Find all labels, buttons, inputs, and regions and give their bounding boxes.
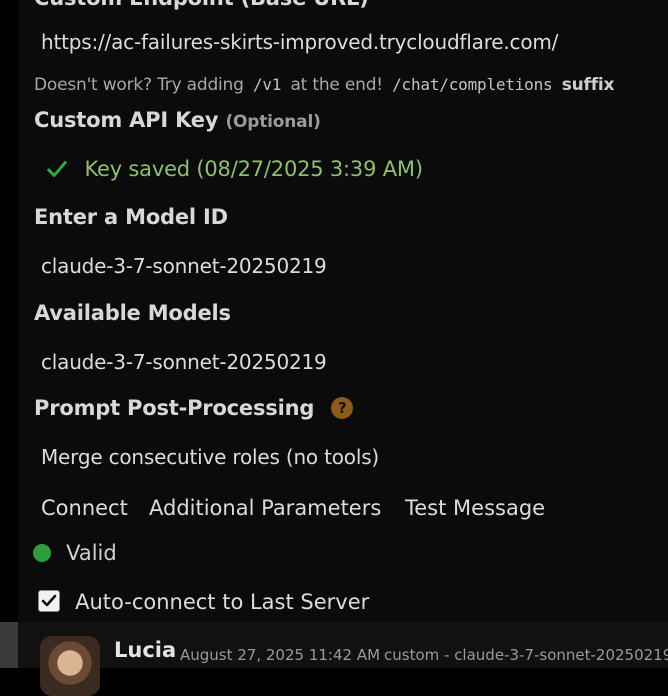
connection-status: Valid (33, 541, 117, 565)
tab-additional-parameters[interactable]: Additional Parameters (149, 496, 381, 520)
connection-panel: Custom Endpoint (Base URL) https://ac-fa… (18, 0, 668, 668)
model-id-input[interactable]: claude-3-7-sonnet-20250219 (41, 254, 327, 278)
post-processing-heading-text: Prompt Post-Processing (34, 396, 315, 420)
api-key-heading: Custom API Key (Optional) (34, 108, 321, 132)
post-processing-heading: Prompt Post-Processing ? (34, 396, 354, 420)
left-strip (0, 622, 18, 668)
hint-code-v1: /v1 (252, 75, 282, 94)
post-processing-select[interactable]: Merge consecutive roles (no tools) (41, 445, 379, 469)
endpoint-hint: Doesn't work? Try adding /v1 at the end!… (34, 75, 615, 95)
available-models-heading: Available Models (34, 301, 231, 325)
api-key-saved-status: Key saved (08/27/2025 3:39 AM) (46, 157, 423, 181)
hint-middle: at the end! (290, 75, 383, 95)
model-id-heading: Enter a Model ID (34, 205, 228, 229)
hint-prefix: Doesn't work? Try adding (34, 75, 244, 95)
api-key-optional-label: (Optional) (225, 112, 321, 132)
check-icon (47, 161, 67, 177)
tab-test-message[interactable]: Test Message (405, 496, 545, 520)
api-key-saved-text: Key saved (08/27/2025 3:39 AM) (84, 157, 423, 181)
auto-connect-row[interactable]: Auto-connect to Last Server (38, 590, 369, 614)
endpoint-input[interactable]: https://ac-failures-skirts-improved.tryc… (41, 30, 558, 54)
message-sender[interactable]: Lucia (114, 638, 176, 662)
avatar[interactable] (40, 636, 100, 696)
status-dot-icon (33, 544, 51, 562)
status-text: Valid (66, 541, 117, 565)
auto-connect-checkbox[interactable] (38, 590, 60, 612)
hint-suffix: suffix (561, 75, 615, 95)
chat-message-header: Lucia August 27, 2025 11:42 AM custom - … (18, 622, 668, 696)
message-timestamp: August 27, 2025 11:42 AM (180, 646, 381, 664)
message-model-label: custom - claude-3-7-sonnet-20250219 (384, 646, 668, 664)
auto-connect-label: Auto-connect to Last Server (75, 590, 370, 614)
help-icon[interactable]: ? (331, 397, 354, 419)
endpoint-heading: Custom Endpoint (Base URL) (34, 0, 369, 10)
available-models-select[interactable]: claude-3-7-sonnet-20250219 (41, 350, 327, 374)
tab-connect[interactable]: Connect (41, 496, 128, 520)
hint-code-completions: /chat/completions (392, 75, 553, 94)
api-key-heading-text: Custom API Key (34, 108, 219, 132)
checkmark-icon (41, 594, 57, 607)
